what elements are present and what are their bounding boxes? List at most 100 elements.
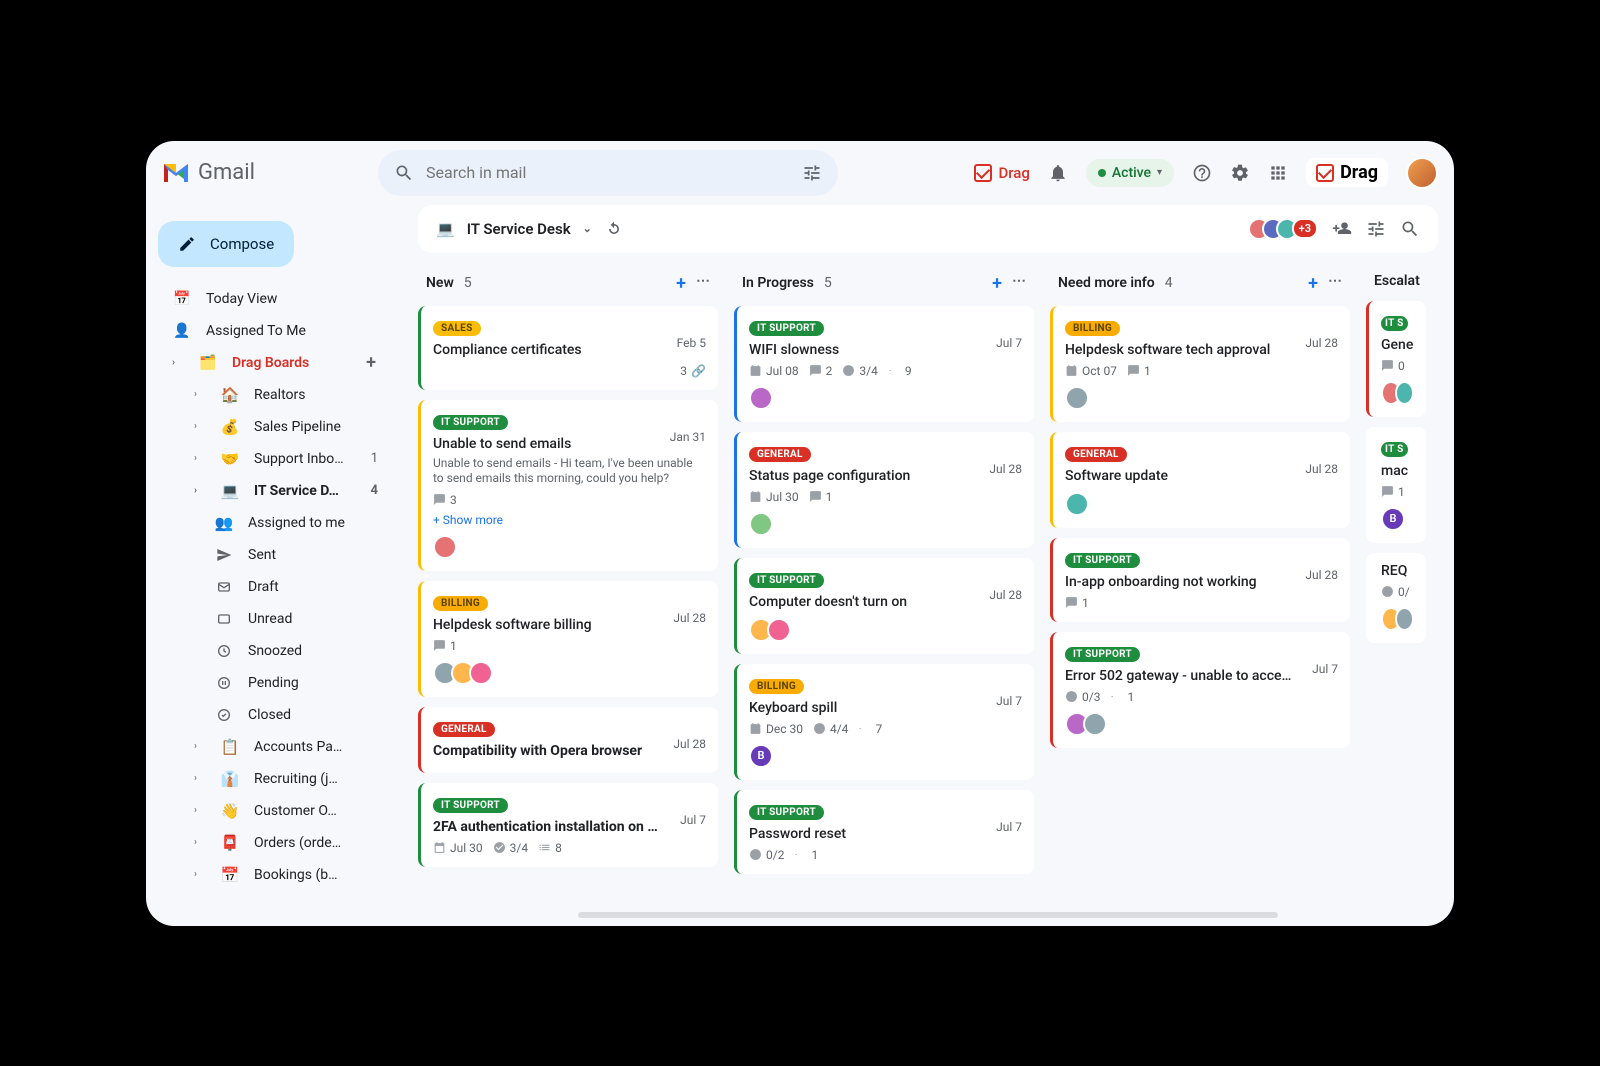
scrollbar[interactable] <box>578 912 1278 918</box>
add-board-icon[interactable]: + <box>366 352 376 373</box>
checklist-icon: 3/4 <box>493 841 528 855</box>
search-bar[interactable] <box>378 150 838 196</box>
search-icon <box>394 163 414 183</box>
bell-icon[interactable] <box>1048 163 1068 183</box>
tune-icon[interactable] <box>802 163 822 183</box>
drag-button[interactable]: Drag <box>974 164 1029 182</box>
top-actions: Drag Active ▾ Drag <box>974 157 1438 189</box>
nav-bookings[interactable]: ›📅Bookings (b… <box>146 859 402 891</box>
list-icon: 8 <box>538 841 562 855</box>
calendar-icon: Jul 30 <box>433 841 483 855</box>
search-board-icon[interactable] <box>1400 219 1420 239</box>
gmail-logo[interactable]: Gmail <box>162 160 362 185</box>
nav-accounts[interactable]: ›📋Accounts Pa… <box>146 731 402 763</box>
board-header: 💻 IT Service Desk ⌄ +3 <box>418 205 1438 253</box>
more-icon[interactable]: ⋯ <box>696 273 710 294</box>
clock-icon <box>214 641 234 661</box>
card[interactable]: SALESCompliance certificatesFeb 53🔗 <box>418 306 718 390</box>
column-escalated: Escalat IT SGene0 IT Smac1B REQ0/ <box>1366 269 1426 896</box>
apps-icon[interactable] <box>1268 163 1288 183</box>
add-person-icon[interactable] <box>1332 219 1352 239</box>
drag-brand[interactable]: Drag <box>1306 158 1388 187</box>
drag-brand-icon <box>1316 164 1334 182</box>
board-avatars[interactable]: +3 <box>1248 218 1318 240</box>
nav-closed[interactable]: Closed <box>146 699 402 731</box>
gear-icon[interactable] <box>1230 163 1250 183</box>
board-title: IT Service Desk <box>467 220 571 238</box>
refresh-icon[interactable] <box>604 219 624 239</box>
nav-assigned[interactable]: 👤Assigned To Me <box>146 315 402 347</box>
comment-icon: 3 <box>433 493 457 507</box>
show-more[interactable]: + Show more <box>433 513 706 527</box>
card[interactable]: BILLINGHelpdesk software tech approvalJu… <box>1050 306 1350 422</box>
nav-realtors[interactable]: ›🏠Realtors <box>146 379 402 411</box>
card[interactable]: BILLINGKeyboard spillJul 7Dec 304/47B <box>734 664 1034 780</box>
search-input[interactable] <box>426 163 790 182</box>
chevron-down-icon: ▾ <box>1157 167 1162 178</box>
card[interactable]: GENERALSoftware updateJul 28 <box>1050 432 1350 528</box>
card[interactable]: IT SUPPORTWIFI slownessJul 7Jul 0823/49 <box>734 306 1034 422</box>
draft-icon <box>214 577 234 597</box>
user-avatar[interactable] <box>1406 157 1438 189</box>
attachment-icon: 3🔗 <box>680 364 706 378</box>
add-card-icon[interactable]: + <box>992 273 1002 294</box>
nav-pending[interactable]: Pending <box>146 667 402 699</box>
nav-snoozed[interactable]: Snoozed <box>146 635 402 667</box>
nav-customer[interactable]: ›👋Customer O… <box>146 795 402 827</box>
card[interactable]: IT SGene0 <box>1366 301 1426 417</box>
nav-draft[interactable]: Draft <box>146 571 402 603</box>
check-circle-icon <box>214 705 234 725</box>
active-status[interactable]: Active ▾ <box>1086 159 1174 187</box>
nav-itdesk[interactable]: ›💻IT Service D…4 <box>146 475 402 507</box>
gmail-text: Gmail <box>198 160 255 185</box>
person-icon: 👥 <box>214 513 234 533</box>
compose-button[interactable]: Compose <box>158 221 294 267</box>
more-icon[interactable]: ⋯ <box>1012 273 1026 294</box>
nav-recruiting[interactable]: ›👔Recruiting (j… <box>146 763 402 795</box>
sidebar: Compose 📅Today View 👤Assigned To Me › 🗂️ D… <box>146 205 402 926</box>
card[interactable]: REQ0/ <box>1366 553 1426 643</box>
gmail-icon <box>162 162 190 184</box>
nav-orders[interactable]: ›📮Orders (orde… <box>146 827 402 859</box>
column-new: New5+⋯ SALESCompliance certificatesFeb 5… <box>418 269 718 896</box>
card[interactable]: IT SUPPORT2FA authentication installatio… <box>418 783 718 867</box>
pencil-icon <box>178 235 196 253</box>
chevron-down-icon[interactable]: ⌄ <box>583 222 592 235</box>
nav-support[interactable]: ›🤝Support Inbo…1 <box>146 443 402 475</box>
card[interactable]: IT SUPPORTError 502 gateway - unable to … <box>1050 632 1350 748</box>
nav-unread[interactable]: Unread <box>146 603 402 635</box>
card[interactable]: IT SUPPORTIn-app onboarding not workingJ… <box>1050 538 1350 622</box>
app-window: Gmail Drag Active ▾ Drag Compose 📅Today … <box>146 141 1454 926</box>
card[interactable]: BILLINGHelpdesk software billingJul 281 <box>418 581 718 697</box>
topbar: Gmail Drag Active ▾ Drag <box>146 141 1454 205</box>
laptop-icon: 💻 <box>436 220 455 238</box>
nav-today[interactable]: 📅Today View <box>146 283 402 315</box>
nav-sales[interactable]: ›💰Sales Pipeline <box>146 411 402 443</box>
main-content: 💻 IT Service Desk ⌄ +3 New5+⋯ SALESCompl… <box>402 205 1454 926</box>
card[interactable]: IT SUPPORTComputer doesn't turn onJul 28 <box>734 558 1034 654</box>
card[interactable]: IT SUPPORTUnable to send emailsJan 31Una… <box>418 400 718 571</box>
board-icon: 🗂️ <box>198 353 218 373</box>
unread-icon <box>214 609 234 629</box>
nav-sent[interactable]: Sent <box>146 539 402 571</box>
send-icon <box>214 545 234 565</box>
chevron-right-icon: › <box>172 357 184 368</box>
filter-icon[interactable] <box>1366 219 1386 239</box>
nav-assigned-me[interactable]: 👥Assigned to me <box>146 507 402 539</box>
card[interactable]: GENERALStatus page configurationJul 28Ju… <box>734 432 1034 548</box>
nav-drag-boards[interactable]: ›🗂️Drag Boards+ <box>146 347 402 379</box>
card[interactable]: GENERALCompatibility with Opera browserJ… <box>418 707 718 773</box>
kanban-columns: New5+⋯ SALESCompliance certificatesFeb 5… <box>402 253 1454 912</box>
drag-check-icon <box>974 164 992 182</box>
column-info: Need more info4+⋯ BILLINGHelpdesk softwa… <box>1050 269 1350 896</box>
column-progress: In Progress5+⋯ IT SUPPORTWIFI slownessJu… <box>734 269 1034 896</box>
person-icon: 👤 <box>172 321 192 341</box>
calendar-icon: 📅 <box>172 289 192 309</box>
pause-icon <box>214 673 234 693</box>
help-icon[interactable] <box>1192 163 1212 183</box>
card[interactable]: IT Smac1B <box>1366 427 1426 543</box>
add-card-icon[interactable]: + <box>676 273 686 294</box>
add-card-icon[interactable]: + <box>1308 273 1318 294</box>
more-icon[interactable]: ⋯ <box>1328 273 1342 294</box>
card[interactable]: IT SUPPORTPassword resetJul 70/21 <box>734 790 1034 874</box>
